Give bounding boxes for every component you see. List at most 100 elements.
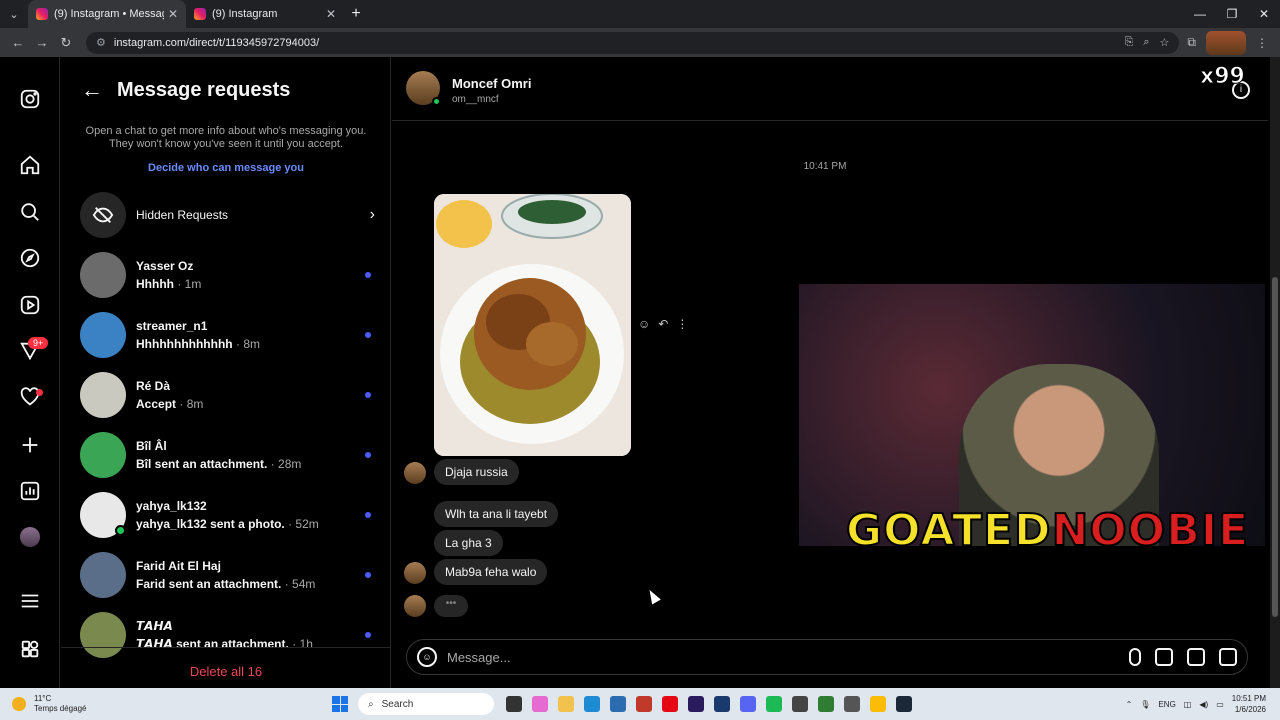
- create-icon[interactable]: [18, 433, 42, 457]
- tab-instagram-messages[interactable]: (9) Instagram • Messages ✕: [28, 0, 186, 28]
- page-scrollbar[interactable]: [1270, 57, 1280, 688]
- url-field[interactable]: ⚙ instagram.com/direct/t/119345972794003…: [86, 31, 1180, 54]
- message-input[interactable]: Message...: [447, 650, 1129, 665]
- delete-all-button[interactable]: Delete all 16: [61, 647, 391, 689]
- conversation-row[interactable]: streamer_n1 Hhhhhhhhhhhhh · 8m: [80, 310, 375, 360]
- unread-dot: [365, 452, 371, 458]
- conversation-time: · 28m: [270, 457, 302, 471]
- bookmark-star-icon[interactable]: ☆: [1160, 36, 1170, 49]
- conversation-name: streamer_n1: [136, 319, 208, 333]
- site-info-icon[interactable]: ⚙: [96, 36, 106, 49]
- message-bubble[interactable]: Wlh ta ana li tayebt: [434, 501, 559, 527]
- zoom-icon[interactable]: ⌕: [1143, 36, 1149, 49]
- volume-icon[interactable]: ◀): [1199, 700, 1208, 709]
- home-icon[interactable]: [18, 153, 42, 177]
- profile-avatar[interactable]: [20, 527, 40, 547]
- network-icon[interactable]: ◫: [1184, 700, 1192, 709]
- unread-dot: [365, 632, 371, 638]
- conversation-row[interactable]: yahya_lk132 yahya_lk132 sent a photo. · …: [80, 490, 375, 540]
- message-bubble[interactable]: Mab9a feha walo: [434, 559, 548, 585]
- mouse-cursor-icon: [645, 587, 661, 605]
- task-view-icon[interactable]: [506, 696, 522, 712]
- language-indicator[interactable]: ENG: [1158, 700, 1175, 709]
- minimize-icon[interactable]: —: [1184, 7, 1216, 21]
- file-explorer-icon[interactable]: [558, 696, 574, 712]
- conversation-avatar: [80, 432, 126, 478]
- conversation-row[interactable]: Bîl Âl Bîl sent an attachment. · 28m: [80, 430, 375, 480]
- github-icon[interactable]: [844, 696, 860, 712]
- tab-search-icon[interactable]: ⌄: [0, 0, 28, 28]
- app-icon[interactable]: [636, 696, 652, 712]
- profile-avatar[interactable]: [1206, 30, 1246, 55]
- image-upload-icon[interactable]: [1155, 648, 1173, 666]
- message-bubble[interactable]: Djaja russia: [434, 459, 519, 485]
- clock-date: 1/6/2026: [1234, 705, 1266, 714]
- new-tab-button[interactable]: +: [344, 5, 368, 23]
- conversation-name: Bîl Âl: [136, 439, 167, 453]
- weather-widget[interactable]: 11°C Temps dégagé: [12, 694, 162, 714]
- gif-icon[interactable]: [1187, 648, 1205, 666]
- weather-sun-icon: [12, 697, 26, 711]
- notification-dot: [36, 389, 43, 396]
- conversation-preview: yahya_lk132 sent a photo.: [136, 517, 285, 531]
- more-options-icon[interactable]: ⋮: [676, 317, 688, 331]
- conversation-row[interactable]: Yasser Oz Hhhhh · 1m: [80, 250, 375, 300]
- obs-icon[interactable]: [792, 696, 808, 712]
- close-tab-icon[interactable]: ✕: [168, 7, 178, 21]
- premiere-icon[interactable]: [688, 696, 704, 712]
- edge-icon[interactable]: [584, 696, 600, 712]
- reels-icon[interactable]: [18, 293, 42, 317]
- battery-icon[interactable]: ▭: [1216, 700, 1224, 709]
- tab-instagram[interactable]: (9) Instagram ✕: [186, 0, 344, 28]
- message-composer[interactable]: ☺ Message...: [406, 639, 1248, 675]
- reply-icon[interactable]: ↶: [658, 317, 668, 331]
- sticker-icon[interactable]: [1219, 648, 1237, 666]
- store-icon[interactable]: [610, 696, 626, 712]
- back-icon[interactable]: ←: [6, 35, 30, 50]
- message-bubble[interactable]: La gha 3: [434, 530, 503, 556]
- search-icon[interactable]: [18, 200, 42, 224]
- microphone-icon[interactable]: 🎙: [1140, 700, 1150, 709]
- conversation-name: 𝙏𝘼𝙃𝘼: [136, 619, 173, 633]
- windows-start-icon[interactable]: [332, 696, 348, 712]
- microphone-icon[interactable]: [1129, 648, 1141, 666]
- system-clock[interactable]: 10:51 PM 1/6/2026: [1232, 693, 1266, 715]
- instagram-logo-icon[interactable]: [18, 87, 42, 111]
- hidden-requests-row[interactable]: Hidden Requests ›: [80, 192, 375, 238]
- scrollbar-thumb[interactable]: [1272, 277, 1278, 617]
- discord-icon[interactable]: [740, 696, 756, 712]
- contact-name[interactable]: Moncef Omri: [452, 76, 531, 91]
- instagram-favicon-icon: [36, 8, 48, 20]
- app-icon[interactable]: [818, 696, 834, 712]
- install-app-icon[interactable]: ⎘: [1125, 36, 1134, 49]
- conversation-row[interactable]: Farid Ait El Haj Farid sent an attachmen…: [80, 550, 375, 600]
- shared-food-photo[interactable]: [434, 194, 631, 456]
- decide-who-can-message-link[interactable]: Decide who can message you: [81, 162, 371, 174]
- more-menu-icon[interactable]: [18, 589, 42, 613]
- back-arrow-icon[interactable]: ←: [81, 77, 117, 103]
- react-emoji-icon[interactable]: ☺: [638, 317, 650, 331]
- steam-icon[interactable]: [896, 696, 912, 712]
- chrome-icon[interactable]: [870, 696, 886, 712]
- netflix-icon[interactable]: [662, 696, 678, 712]
- extensions-icon[interactable]: ⧉: [1187, 35, 1196, 50]
- photoshop-icon[interactable]: [714, 696, 730, 712]
- browser-menu-icon[interactable]: ⋮: [1256, 36, 1268, 50]
- copilot-icon[interactable]: [532, 696, 548, 712]
- conversation-row[interactable]: Ré Dà Accept · 8m: [80, 370, 375, 420]
- dashboard-icon[interactable]: [18, 479, 42, 503]
- messages-badge: 9+: [28, 337, 49, 349]
- restore-icon[interactable]: ❐: [1216, 7, 1248, 21]
- close-tab-icon[interactable]: ✕: [326, 7, 336, 21]
- spotify-icon[interactable]: [766, 696, 782, 712]
- chevron-up-icon[interactable]: ⌃: [1126, 700, 1133, 709]
- instagram-favicon-icon: [194, 8, 206, 20]
- taskbar-search[interactable]: ⌕ Search: [358, 693, 494, 715]
- windows-taskbar: 11°C Temps dégagé ⌕ Search ⌃ 🎙 ENG ◫ ◀) …: [0, 688, 1280, 720]
- forward-icon[interactable]: →: [30, 35, 54, 50]
- close-window-icon[interactable]: ✕: [1248, 7, 1280, 21]
- apps-icon[interactable]: [18, 637, 42, 661]
- reload-icon[interactable]: ↻: [54, 35, 78, 51]
- explore-icon[interactable]: [18, 246, 42, 270]
- emoji-icon[interactable]: ☺: [417, 647, 437, 667]
